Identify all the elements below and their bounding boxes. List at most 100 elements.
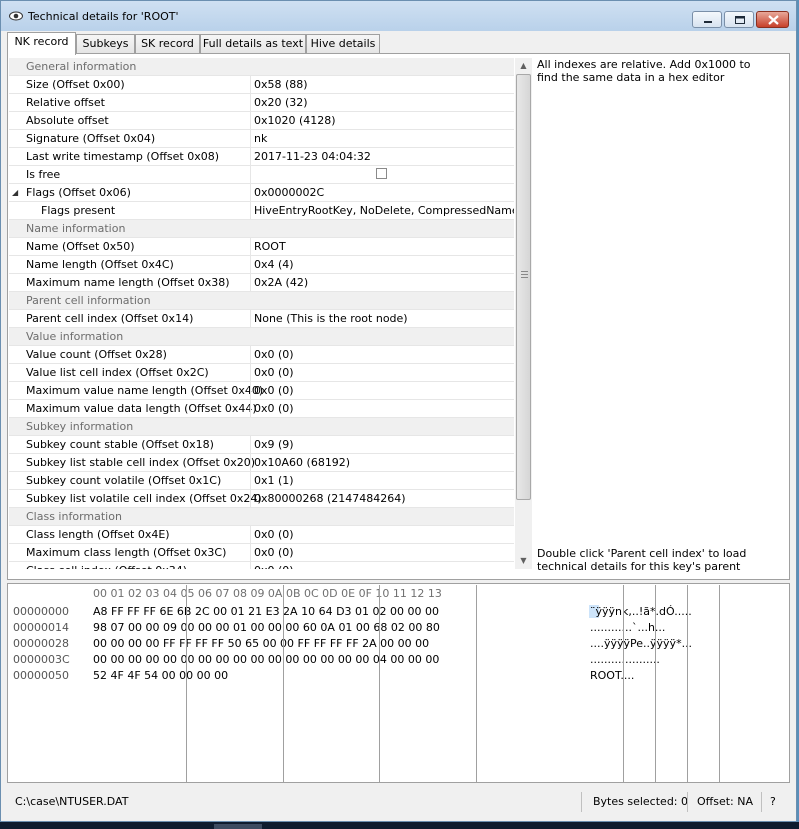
property-value: HiveEntryRootKey, NoDelete, CompressedNa… — [254, 204, 514, 217]
hex-group-divider — [655, 585, 656, 782]
property-value: 0x0 (0) — [254, 528, 294, 541]
property-row[interactable]: Absolute offset 0x1020 (4128) — [9, 112, 514, 130]
property-row[interactable]: Subkey count volatile (Offset 0x1C) 0x1 (… — [9, 472, 514, 490]
hex-group-divider — [687, 585, 688, 782]
property-row[interactable]: Value count (Offset 0x28) 0x0 (0) — [9, 346, 514, 364]
hex-row-address: 00000014 — [13, 621, 69, 634]
property-category: Subkey information — [9, 418, 514, 436]
property-row[interactable]: Flags present HiveEntryRootKey, NoDelete,… — [9, 202, 514, 220]
hex-row-ascii: ¨ÿÿÿnk,..!ã*.dÓ..... — [590, 605, 692, 618]
property-category: General information — [9, 58, 514, 76]
property-name: Subkey information — [26, 420, 134, 433]
tab-subkeys[interactable]: Subkeys — [76, 34, 135, 54]
status-bytes-selected: Bytes selected: 0 — [593, 795, 688, 808]
tab-nk-record[interactable]: NK record — [7, 32, 76, 55]
tab-full-details[interactable]: Full details as text — [200, 34, 306, 54]
property-name: Flags (Offset 0x06) — [26, 186, 131, 199]
title-bar[interactable]: Technical details for 'ROOT' — [1, 1, 796, 31]
property-row[interactable]: Name (Offset 0x50) ROOT — [9, 238, 514, 256]
property-value: 0x2A (42) — [254, 276, 309, 289]
property-row[interactable]: Subkey list stable cell index (Offset 0x… — [9, 454, 514, 472]
property-value: 0x0 (0) — [254, 384, 294, 397]
property-row[interactable]: Subkey count stable (Offset 0x18) 0x9 (9) — [9, 436, 514, 454]
property-value: 0x58 (88) — [254, 78, 308, 91]
property-value: 0x0000002C — [254, 186, 325, 199]
property-row[interactable]: Parent cell index (Offset 0x14) None (Thi… — [9, 310, 514, 328]
property-name: Maximum name length (Offset 0x38) — [26, 276, 230, 289]
property-row[interactable]: Maximum name length (Offset 0x38) 0x2A (4… — [9, 274, 514, 292]
property-value: 0x0 (0) — [254, 348, 294, 361]
hex-row-ascii: .................... — [590, 653, 660, 666]
hex-row-bytes: 98 07 00 00 09 00 00 00 01 00 00 00 60 0… — [93, 621, 440, 634]
property-name: Subkey list volatile cell index (Offset … — [26, 492, 262, 505]
eye-icon — [9, 11, 23, 21]
scroll-thumb[interactable] — [516, 74, 531, 500]
tab-sk-record[interactable]: SK record — [135, 34, 200, 54]
property-name: Parent cell index (Offset 0x14) — [26, 312, 194, 325]
scroll-down-icon[interactable]: ▼ — [515, 553, 532, 569]
technical-details-window: Technical details for 'ROOT' NK record S… — [0, 0, 797, 822]
close-button[interactable] — [756, 11, 789, 28]
property-name: Maximum value data length (Offset 0x44) — [26, 402, 257, 415]
property-name: Parent cell information — [26, 294, 151, 307]
property-row[interactable]: Is free — [9, 166, 514, 184]
property-row[interactable]: Last write timestamp (Offset 0x08) 2017-1… — [9, 148, 514, 166]
hex-row-address: 00000000 — [13, 605, 69, 618]
minimize-button[interactable] — [692, 11, 722, 28]
scroll-up-icon[interactable]: ▲ — [515, 58, 532, 74]
window-title: Technical details for 'ROOT' — [28, 10, 179, 23]
property-row[interactable]: Class length (Offset 0x4E) 0x0 (0) — [9, 526, 514, 544]
status-file-path: C:\case\NTUSER.DAT — [15, 795, 129, 808]
collapse-triangle-icon[interactable]: ◢ — [12, 188, 18, 197]
property-value: 2017-11-23 04:04:32 — [254, 150, 371, 163]
property-name: Maximum value name length (Offset 0x40) — [26, 384, 264, 397]
property-row[interactable]: Value list cell index (Offset 0x2C) 0x0 (… — [9, 364, 514, 382]
property-row[interactable]: Relative offset 0x20 (32) — [9, 94, 514, 112]
property-name: Value count (Offset 0x28) — [26, 348, 167, 361]
hex-row-bytes: 00 00 00 00 00 00 00 00 00 00 00 00 00 0… — [93, 653, 440, 666]
status-offset: Offset: NA — [697, 795, 754, 808]
property-name: Is free — [26, 168, 61, 181]
property-row[interactable]: Maximum value name length (Offset 0x40) 0… — [9, 382, 514, 400]
hex-group-divider — [283, 585, 284, 782]
property-row[interactable]: Name length (Offset 0x4C) 0x4 (4) — [9, 256, 514, 274]
property-row[interactable]: Maximum value data length (Offset 0x44) 0… — [9, 400, 514, 418]
help-text-bottom: Double click 'Parent cell index' to load… — [537, 547, 747, 573]
property-grid[interactable]: General information Size (Offset 0x00) 0x5… — [9, 58, 514, 569]
property-row[interactable]: Size (Offset 0x00) 0x58 (88) — [9, 76, 514, 94]
property-row[interactable]: Class cell index (Offset 0x34) 0x0 (0) — [9, 562, 514, 569]
property-name: Class information — [26, 510, 122, 523]
hex-row-address: 00000050 — [13, 669, 69, 682]
property-name: General information — [26, 60, 137, 73]
property-name: Name length (Offset 0x4C) — [26, 258, 174, 271]
property-value: None (This is the root node) — [254, 312, 408, 325]
property-value: 0x0 (0) — [254, 546, 294, 559]
property-name: Value information — [26, 330, 124, 343]
property-row[interactable]: Maximum class length (Offset 0x3C) 0x0 (0… — [9, 544, 514, 562]
is-free-checkbox[interactable] — [376, 168, 387, 179]
hex-row-bytes: 52 4F 4F 54 00 00 00 00 — [93, 669, 229, 682]
property-name: Flags present — [41, 204, 116, 217]
minimize-icon — [704, 21, 712, 23]
property-value: 0x1020 (4128) — [254, 114, 336, 127]
maximize-icon — [735, 16, 745, 24]
property-name: Maximum class length (Offset 0x3C) — [26, 546, 227, 559]
maximize-button[interactable] — [724, 11, 754, 28]
property-name: Subkey list stable cell index (Offset 0x… — [26, 456, 256, 469]
property-value: 0x9 (9) — [254, 438, 294, 451]
property-row[interactable]: Signature (Offset 0x04) nk — [9, 130, 514, 148]
hex-row-ascii: ROOT.... — [590, 669, 635, 682]
property-name: Subkey count volatile (Offset 0x1C) — [26, 474, 222, 487]
hex-group-divider — [719, 585, 720, 782]
tab-hive-details[interactable]: Hive details — [306, 34, 380, 54]
property-row[interactable]: ◢ Flags (Offset 0x06) 0x0000002C — [9, 184, 514, 202]
status-help[interactable]: ? — [770, 795, 776, 808]
property-row[interactable]: Subkey list volatile cell index (Offset … — [9, 490, 514, 508]
property-value: ROOT — [254, 240, 286, 253]
property-name: Name information — [26, 222, 126, 235]
property-category: Parent cell information — [9, 292, 514, 310]
property-name: Class length (Offset 0x4E) — [26, 528, 170, 541]
property-category: Value information — [9, 328, 514, 346]
property-grid-scrollbar[interactable]: ▲ ▼ — [515, 58, 532, 569]
property-value: 0x80000268 (2147484264) — [254, 492, 406, 505]
